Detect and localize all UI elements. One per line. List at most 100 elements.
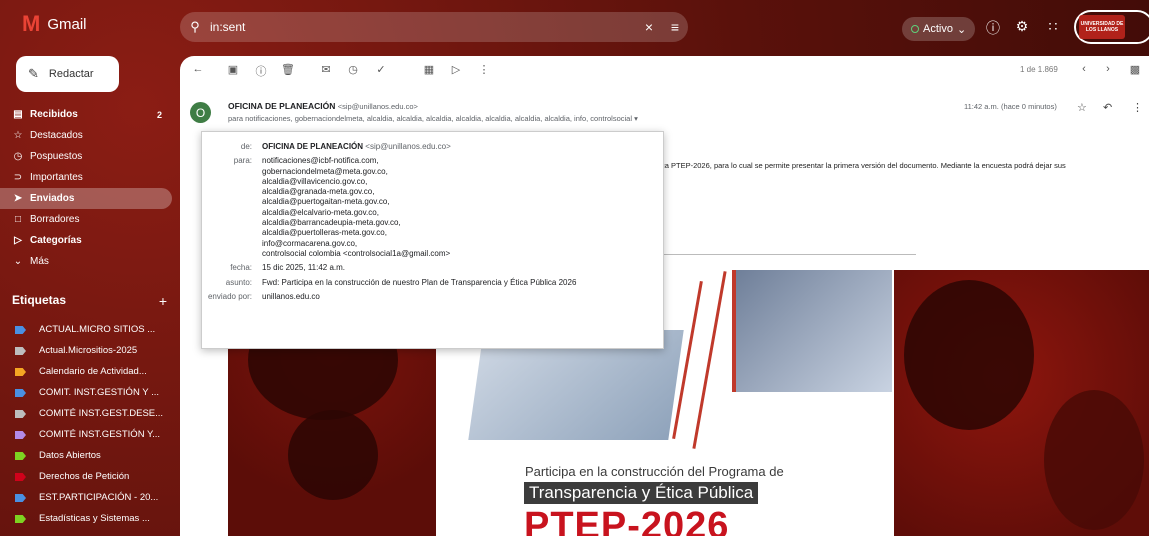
unread-count: 2 bbox=[156, 109, 162, 120]
label-tag-icon bbox=[15, 515, 26, 523]
show-details-icon[interactable]: ▾ bbox=[634, 114, 638, 123]
label-name: Datos Abiertos bbox=[39, 450, 101, 461]
settings-gear-icon[interactable]: ⚙ bbox=[1012, 18, 1032, 35]
labels-header: Etiquetas + bbox=[12, 293, 167, 309]
sidebar-item-inbox[interactable]: ▤ Recibidos 2 bbox=[0, 104, 172, 125]
search-input[interactable] bbox=[210, 20, 636, 34]
sidebar-item-important[interactable]: ⊃ Importantes bbox=[0, 167, 172, 188]
sidebar-item-label: Categorías bbox=[30, 235, 82, 246]
status-button[interactable]: Activo ⌄ bbox=[902, 17, 976, 41]
send-icon: ➤ bbox=[13, 193, 23, 204]
delete-icon[interactable]: 🗑 bbox=[280, 63, 296, 76]
search-icon[interactable]: ⚲ bbox=[180, 19, 210, 35]
label-tag-icon bbox=[15, 347, 26, 355]
details-table: de: OFICINA DE PLANEACIÓN <sip@unillanos… bbox=[202, 140, 576, 304]
banner-line-1: Participa en la construcción del Program… bbox=[525, 464, 784, 479]
tree-shape bbox=[904, 280, 1034, 430]
sender-name: OFICINA DE PLANEACIÓN bbox=[228, 101, 336, 111]
label-item[interactable]: Actual.Micrositios-2025 bbox=[0, 340, 172, 361]
compose-label: Redactar bbox=[48, 68, 94, 80]
sidebar-item-drafts[interactable]: □ Borradores bbox=[0, 209, 172, 230]
divider bbox=[656, 254, 916, 255]
label-name: Actual.Micrositios-2025 bbox=[39, 345, 138, 356]
pagination-text: 1 de 1.869 bbox=[1020, 65, 1058, 74]
add-label-icon[interactable]: + bbox=[159, 293, 167, 309]
sidebar-item-sent[interactable]: ➤ Enviados bbox=[0, 188, 172, 209]
recipients-summary[interactable]: para notificaciones, gobernaciondelmeta,… bbox=[228, 114, 638, 123]
label-item[interactable]: COMIT. INST.GESTIÓN Y ... bbox=[0, 382, 172, 403]
message-body-text: ca PTEP-2026, para lo cual se permite pr… bbox=[661, 161, 1066, 170]
clock-icon: ◷ bbox=[13, 151, 23, 162]
account-switcher[interactable]: UNIVERSIDAD DE LOS LLANOS bbox=[1074, 10, 1149, 44]
label-name: Derechos de Petición bbox=[39, 471, 130, 482]
sidebar-item-label: Recibidos bbox=[30, 109, 78, 120]
snooze-icon[interactable]: ◷ bbox=[345, 63, 361, 76]
sidebar-item-more[interactable]: ⌄ Más bbox=[0, 251, 172, 272]
building-shape bbox=[1044, 390, 1144, 530]
chevron-down-icon: ⌄ bbox=[13, 256, 23, 267]
recipient-address: info@cormacarena.gov.co, bbox=[262, 238, 358, 248]
banner-line-3: PTEP-2026 bbox=[524, 505, 730, 536]
more-options-icon[interactable]: ⋮ bbox=[476, 63, 492, 76]
input-tools-icon[interactable]: ▩ bbox=[1127, 63, 1143, 76]
draft-icon: □ bbox=[14, 214, 22, 225]
previous-icon[interactable]: ‹ bbox=[1076, 63, 1092, 75]
more-options-icon[interactable]: ⋮ bbox=[1132, 101, 1143, 114]
inbox-icon: ▤ bbox=[13, 109, 23, 120]
labels-list: ACTUAL.MICRO SITIOS ... Actual.Micrositio… bbox=[0, 319, 172, 529]
from-email: <sip@unillanos.edu.co> bbox=[365, 142, 451, 151]
sidebar-item-categories[interactable]: ▷ Categorías bbox=[0, 230, 172, 251]
next-icon[interactable]: › bbox=[1100, 63, 1116, 75]
message-details-popup: de: OFICINA DE PLANEACIÓN <sip@unillanos… bbox=[201, 131, 664, 349]
label-item[interactable]: EST.PARTICIPACIÓN - 20... bbox=[0, 487, 172, 508]
label-name: COMIT. INST.GESTIÓN Y ... bbox=[39, 387, 160, 398]
label-item[interactable]: Estadísticas y Sistemas ... bbox=[0, 508, 172, 529]
label-tag-icon bbox=[15, 452, 26, 460]
help-icon[interactable]: ⓘ bbox=[983, 18, 1003, 38]
recipients-text: para notificaciones, gobernaciondelmeta,… bbox=[228, 114, 632, 123]
search-bar: ⚲ × ≡ bbox=[180, 12, 688, 42]
sidebar-item-starred[interactable]: ☆ Destacados bbox=[0, 125, 172, 146]
message-header: O OFICINA DE PLANEACIÓN <sip@unillanos.e… bbox=[180, 96, 1149, 132]
label-tag-icon bbox=[15, 431, 26, 439]
university-logo: UNIVERSIDAD DE LOS LLANOS bbox=[1079, 15, 1125, 39]
label-icon: ▷ bbox=[14, 235, 22, 246]
label-as-icon[interactable]: ▷ bbox=[448, 63, 464, 76]
to-label: para: bbox=[233, 156, 252, 166]
label-item[interactable]: Derechos de Petición bbox=[0, 466, 172, 487]
mark-unread-icon[interactable]: ✉ bbox=[318, 63, 334, 76]
search-options-icon[interactable]: ≡ bbox=[662, 19, 688, 35]
label-tag-icon bbox=[15, 389, 26, 397]
star-icon: ☆ bbox=[13, 130, 23, 141]
label-tag-icon bbox=[15, 410, 26, 418]
star-icon[interactable]: ☆ bbox=[1077, 101, 1087, 114]
label-item[interactable]: COMITÉ INST.GESTIÓN Y... bbox=[0, 424, 172, 445]
label-tag-icon bbox=[15, 473, 26, 481]
apps-grid-icon[interactable]: ∷ bbox=[1043, 18, 1063, 35]
reply-icon[interactable]: ↶ bbox=[1103, 101, 1112, 114]
label-item[interactable]: Calendario de Actividad... bbox=[0, 361, 172, 382]
label-item[interactable]: Datos Abiertos bbox=[0, 445, 172, 466]
back-arrow-icon[interactable]: ← bbox=[190, 63, 206, 75]
report-spam-icon[interactable]: ⓘ bbox=[253, 63, 269, 79]
sidebar-item-label: Borradores bbox=[30, 214, 80, 225]
clear-search-icon[interactable]: × bbox=[636, 19, 662, 35]
compose-button[interactable]: ✎ Redactar bbox=[16, 56, 119, 92]
app-title: Gmail bbox=[47, 15, 87, 33]
sender-line: OFICINA DE PLANEACIÓN <sip@unillanos.edu… bbox=[228, 101, 418, 111]
move-to-icon[interactable]: ▦ bbox=[421, 63, 437, 76]
sent-by-label: enviado por: bbox=[207, 291, 252, 301]
banner-right-photo bbox=[894, 270, 1149, 536]
label-tag-icon bbox=[15, 326, 26, 334]
recipient-address: alcaldia@villavicencio.gov.co, bbox=[262, 176, 368, 186]
label-name: Calendario de Actividad... bbox=[39, 366, 147, 377]
archive-icon[interactable]: ▣ bbox=[225, 63, 241, 76]
add-task-icon[interactable]: ✓ bbox=[373, 63, 389, 76]
sidebar-item-label: Destacados bbox=[30, 130, 83, 141]
label-item[interactable]: ACTUAL.MICRO SITIOS ... bbox=[0, 319, 172, 340]
sidebar-item-snoozed[interactable]: ◷ Pospuestos bbox=[0, 146, 172, 167]
label-name: ACTUAL.MICRO SITIOS ... bbox=[39, 324, 156, 335]
sidebar-nav: ▤ Recibidos 2 ☆ Destacados ◷ Pospuestos … bbox=[0, 104, 172, 272]
label-item[interactable]: COMITÉ INST.GEST.DESE... bbox=[0, 403, 172, 424]
gmail-logo[interactable]: M Gmail bbox=[22, 13, 87, 35]
